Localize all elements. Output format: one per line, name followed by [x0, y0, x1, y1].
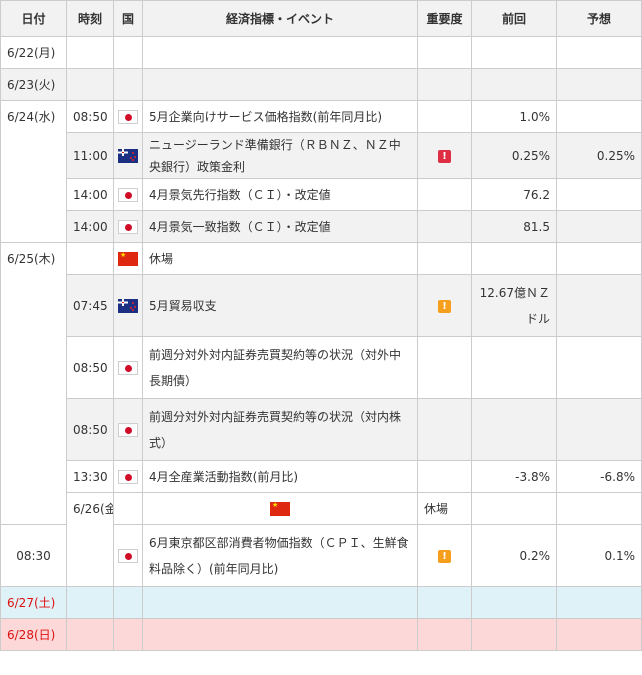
header-importance: 重要度 [417, 0, 472, 37]
forecast-cell: -6.8% [556, 460, 642, 493]
event-cell: 4月景気先行指数（ＣＩ）・改定値 [142, 178, 418, 211]
previous-cell: 0.2% [471, 524, 557, 587]
event-cell: 5月企業向けサービス価格指数(前年同月比) [142, 100, 418, 133]
previous-cell: -3.8% [471, 460, 557, 493]
date-cell: 6/27(土) [0, 586, 67, 619]
importance-medium-icon: ! [438, 299, 451, 313]
new-zealand-flag-icon [118, 149, 138, 163]
time-cell: 11:00 [66, 132, 114, 179]
table-row: 6/23(火) [0, 68, 642, 101]
forecast-cell: 0.25% [556, 132, 642, 179]
importance-medium-icon: ! [438, 549, 451, 563]
japan-flag-icon [118, 470, 138, 484]
event-cell: 前週分対外対内証券売買契約等の状況（対外中長期債） [142, 336, 418, 399]
time-cell: 08:30 [0, 524, 67, 587]
header-date: 日付 [0, 0, 67, 37]
event-cell: 4月全産業活動指数(前月比) [142, 460, 418, 493]
table-row: 13:30 4月全産業活動指数(前月比) -3.8% -6.8% [1, 460, 642, 493]
event-cell: ニュージーランド準備銀行（ＲＢＮＺ、ＮＺ中央銀行）政策金利 [142, 132, 418, 179]
china-flag-icon [270, 499, 290, 516]
table-row: 08:50 前週分対外対内証券売買契約等の状況（対外中長期債） [1, 336, 642, 399]
previous-cell: 0.25% [471, 132, 557, 179]
table-row: 6/28(日) [0, 618, 642, 651]
japan-flag-icon [118, 423, 138, 437]
forecast-cell: 0.1% [556, 524, 642, 587]
date-cell: 6/24(水) [0, 100, 67, 243]
date-cell: 6/28(日) [0, 618, 67, 651]
time-cell: 07:45 [66, 274, 114, 337]
japan-flag-icon [118, 110, 138, 124]
china-flag-icon [118, 249, 138, 266]
time-cell: 13:30 [66, 460, 114, 493]
date-cell: 6/23(火) [0, 68, 67, 101]
economic-calendar-table: 日付 時刻 国 経済指標・イベント 重要度 前回 予想 6/22(月) 6/23… [0, 0, 642, 651]
date-cell: 6/26(金) [66, 492, 114, 587]
previous-cell: 1.0% [471, 100, 557, 133]
date-cell: 6/25(木) [0, 242, 67, 525]
time-cell: 14:00 [66, 210, 114, 243]
time-cell: 08:50 [66, 398, 114, 461]
table-row: 6/25(木) 休場 [0, 242, 642, 525]
date-cell: 6/22(月) [0, 36, 67, 69]
table-row: 08:50 前週分対外対内証券売買契約等の状況（対内株式） [1, 398, 642, 461]
time-cell: 14:00 [66, 178, 114, 211]
event-cell: 休場 [417, 492, 472, 525]
table-row: 6/24(水) 08:50 5月企業向けサービス価格指数(前年同月比) 1.0% [0, 100, 642, 243]
header-time: 時刻 [66, 0, 114, 37]
japan-flag-icon [118, 220, 138, 234]
table-row: 6/26(金) 休場 [1, 492, 642, 587]
event-cell: 6月東京都区部消費者物価指数（ＣＰＩ、生鮮食料品除く）(前年同月比) [142, 524, 418, 587]
previous-cell: 81.5 [471, 210, 557, 243]
japan-flag-icon [118, 549, 138, 563]
header-country: 国 [113, 0, 143, 37]
event-cell: 休場 [142, 242, 418, 275]
japan-flag-icon [118, 188, 138, 202]
header-event: 経済指標・イベント [142, 0, 418, 37]
event-cell: 5月貿易収支 [142, 274, 418, 337]
time-cell: 08:50 [66, 100, 114, 133]
table-row: 14:00 4月景気先行指数（ＣＩ）・改定値 76.2 [1, 178, 642, 211]
japan-flag-icon [118, 361, 138, 375]
event-cell: 4月景気一致指数（ＣＩ）・改定値 [142, 210, 418, 243]
header-forecast: 予想 [556, 0, 642, 37]
table-row: 6/27(土) [0, 586, 642, 619]
previous-cell: 76.2 [471, 178, 557, 211]
table-row: 6/22(月) [0, 36, 642, 69]
previous-cell: 12.67億ＮＺドル [471, 274, 557, 337]
new-zealand-flag-icon [118, 299, 138, 313]
header-previous: 前回 [471, 0, 557, 37]
table-row: 14:00 4月景気一致指数（ＣＩ）・改定値 81.5 [1, 210, 642, 243]
event-cell: 前週分対外対内証券売買契約等の状況（対内株式） [142, 398, 418, 461]
header-row: 日付 時刻 国 経済指標・イベント 重要度 前回 予想 [0, 0, 642, 37]
table-row: 07:45 5月貿易収支 ! 12.67億ＮＺドル [1, 274, 642, 337]
importance-high-icon: ! [438, 149, 451, 163]
time-cell: 08:50 [66, 336, 114, 399]
table-row: 11:00 ニュージーランド準備銀行（ＲＢＮＺ、ＮＺ中央銀行）政策金利 ! 0.… [1, 132, 642, 179]
